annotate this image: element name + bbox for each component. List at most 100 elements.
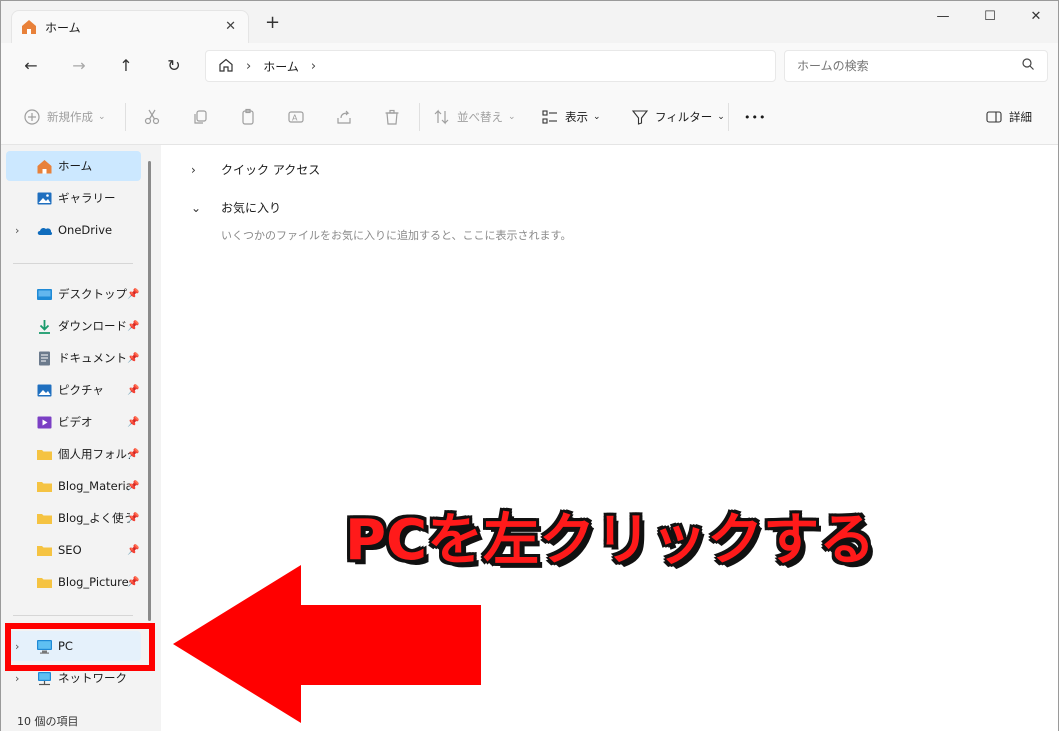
item-count: 10 個の項目: [17, 715, 79, 728]
up-button[interactable]: ↑: [114, 54, 138, 78]
annotation-highlight-box: [5, 623, 155, 671]
pin-icon[interactable]: 📌: [127, 321, 139, 332]
favorites-empty-message: いくつかのファイルをお気に入りに追加すると、ここに表示されます。: [221, 229, 572, 242]
details-pane-icon: [986, 111, 1002, 123]
search-icon[interactable]: [1021, 57, 1035, 71]
pin-icon[interactable]: 📌: [127, 577, 139, 588]
delete-button[interactable]: [383, 107, 401, 127]
sidebar-item-label: ピクチャ: [58, 383, 104, 397]
more-options-button[interactable]: •••: [744, 107, 766, 127]
folder-icon: [36, 478, 53, 495]
pin-icon[interactable]: 📌: [127, 353, 139, 364]
sidebar-item-documents[interactable]: ドキュメント 📌: [6, 343, 141, 373]
pin-icon[interactable]: 📌: [127, 385, 139, 396]
home-icon[interactable]: [218, 57, 234, 76]
filter-button[interactable]: フィルター ⌄: [631, 107, 725, 127]
sidebar-scrollbar[interactable]: [148, 161, 151, 621]
toolbar-divider: [419, 103, 420, 131]
pin-icon[interactable]: 📌: [127, 481, 139, 492]
chevron-right-icon[interactable]: ›: [191, 163, 213, 177]
new-button[interactable]: 新規作成 ⌄: [23, 107, 106, 127]
sidebar-item-onedrive[interactable]: › OneDrive: [6, 215, 141, 245]
trash-icon: [385, 109, 399, 125]
section-title: お気に入り: [221, 201, 282, 215]
filter-icon: [631, 110, 649, 125]
tab-home[interactable]: ホーム ✕: [11, 10, 249, 43]
new-tab-button[interactable]: +: [265, 14, 280, 32]
desktop-icon: [36, 286, 53, 303]
breadcrumb-separator[interactable]: ›: [246, 59, 251, 74]
address-row: ← → ↑ ↻ › ホーム ›: [1, 43, 1058, 89]
sidebar-item-gallery[interactable]: ギャラリー: [6, 183, 141, 213]
copy-icon: [194, 110, 207, 124]
sidebar-item-pictures[interactable]: ピクチャ 📌: [6, 375, 141, 405]
sidebar-item-label: OneDrive: [58, 223, 113, 237]
back-button[interactable]: ←: [19, 54, 43, 78]
sidebar-item-label: ネットワーク: [58, 671, 127, 685]
pin-icon[interactable]: 📌: [127, 449, 139, 460]
network-icon: [36, 670, 53, 687]
section-quick-access[interactable]: › クイック アクセス: [191, 161, 320, 178]
file-explorer-window: ホーム ✕ + — ☐ ✕ ← → ↑ ↻ › ホーム › 新規作成 ⌄: [0, 0, 1059, 731]
home-icon: [36, 158, 53, 175]
sidebar-item-videos[interactable]: ビデオ 📌: [6, 407, 141, 437]
tab-close-icon[interactable]: ✕: [225, 19, 236, 34]
breadcrumb-trailing-chevron[interactable]: ›: [311, 59, 316, 74]
cloud-icon: [36, 222, 53, 239]
svg-text:A: A: [292, 114, 298, 123]
folder-icon: [36, 574, 53, 591]
sidebar-item-label: 個人用フォルダ: [58, 447, 130, 461]
close-window-button[interactable]: ✕: [1026, 7, 1046, 27]
breadcrumb-home[interactable]: ホーム: [263, 58, 299, 75]
download-icon: [36, 318, 53, 335]
pin-icon[interactable]: 📌: [127, 289, 139, 300]
minimize-button[interactable]: —: [933, 7, 953, 27]
folder-icon: [36, 542, 53, 559]
tab-title: ホーム: [45, 20, 81, 35]
section-favorites[interactable]: ⌄ お気に入り: [191, 199, 281, 216]
sidebar-item-home[interactable]: ホーム: [6, 151, 141, 181]
rename-button[interactable]: A: [287, 107, 305, 127]
pin-icon[interactable]: 📌: [127, 513, 139, 524]
sidebar-divider: [13, 615, 133, 616]
paste-button[interactable]: [239, 107, 257, 127]
sidebar-item-label: Blog_Pictures: [58, 575, 130, 589]
sidebar-item-label: デスクトップ: [58, 287, 127, 301]
sidebar-item-folder[interactable]: Blog_Pictures 📌: [6, 567, 141, 597]
sidebar-item-folder[interactable]: SEO 📌: [6, 535, 141, 565]
sidebar-item-folder[interactable]: Blog_Materials 📌: [6, 471, 141, 501]
chevron-down-icon: ⌄: [717, 112, 725, 122]
sidebar-divider: [13, 263, 133, 264]
gallery-icon: [36, 190, 53, 207]
view-button[interactable]: 表示 ⌄: [541, 107, 601, 127]
expand-chevron-icon[interactable]: ›: [15, 224, 19, 237]
expand-chevron-icon[interactable]: ›: [15, 672, 19, 685]
forward-button[interactable]: →: [67, 54, 91, 78]
details-pane-button[interactable]: 詳細: [985, 107, 1032, 127]
chevron-down-icon[interactable]: ⌄: [191, 201, 213, 215]
refresh-button[interactable]: ↻: [162, 54, 186, 78]
copy-button[interactable]: [191, 107, 209, 127]
maximize-button[interactable]: ☐: [980, 7, 1000, 27]
sidebar-item-desktop[interactable]: デスクトップ 📌: [6, 279, 141, 309]
cut-button[interactable]: [143, 107, 161, 127]
chevron-down-icon: ⌄: [508, 112, 516, 122]
pin-icon[interactable]: 📌: [127, 545, 139, 556]
sort-button[interactable]: 並べ替え ⌄: [433, 107, 516, 127]
search-input[interactable]: [784, 50, 1048, 82]
details-pane-label: 詳細: [1009, 110, 1032, 124]
address-bar[interactable]: › ホーム ›: [205, 50, 776, 82]
sidebar-item-folder[interactable]: 個人用フォルダ 📌: [6, 439, 141, 469]
view-list-icon: [542, 110, 557, 124]
sort-icon: [434, 109, 449, 125]
sidebar-item-label: ギャラリー: [58, 191, 116, 205]
sidebar-item-folder[interactable]: Blog_よく使う 📌: [6, 503, 141, 533]
sidebar-item-label: ダウンロード: [58, 319, 127, 333]
section-title: クイック アクセス: [221, 163, 321, 177]
share-button[interactable]: [335, 107, 353, 127]
clipboard-icon: [242, 108, 254, 125]
sidebar-item-downloads[interactable]: ダウンロード 📌: [6, 311, 141, 341]
home-icon: [20, 18, 38, 36]
chevron-down-icon: ⌄: [98, 112, 106, 122]
pin-icon[interactable]: 📌: [127, 417, 139, 428]
